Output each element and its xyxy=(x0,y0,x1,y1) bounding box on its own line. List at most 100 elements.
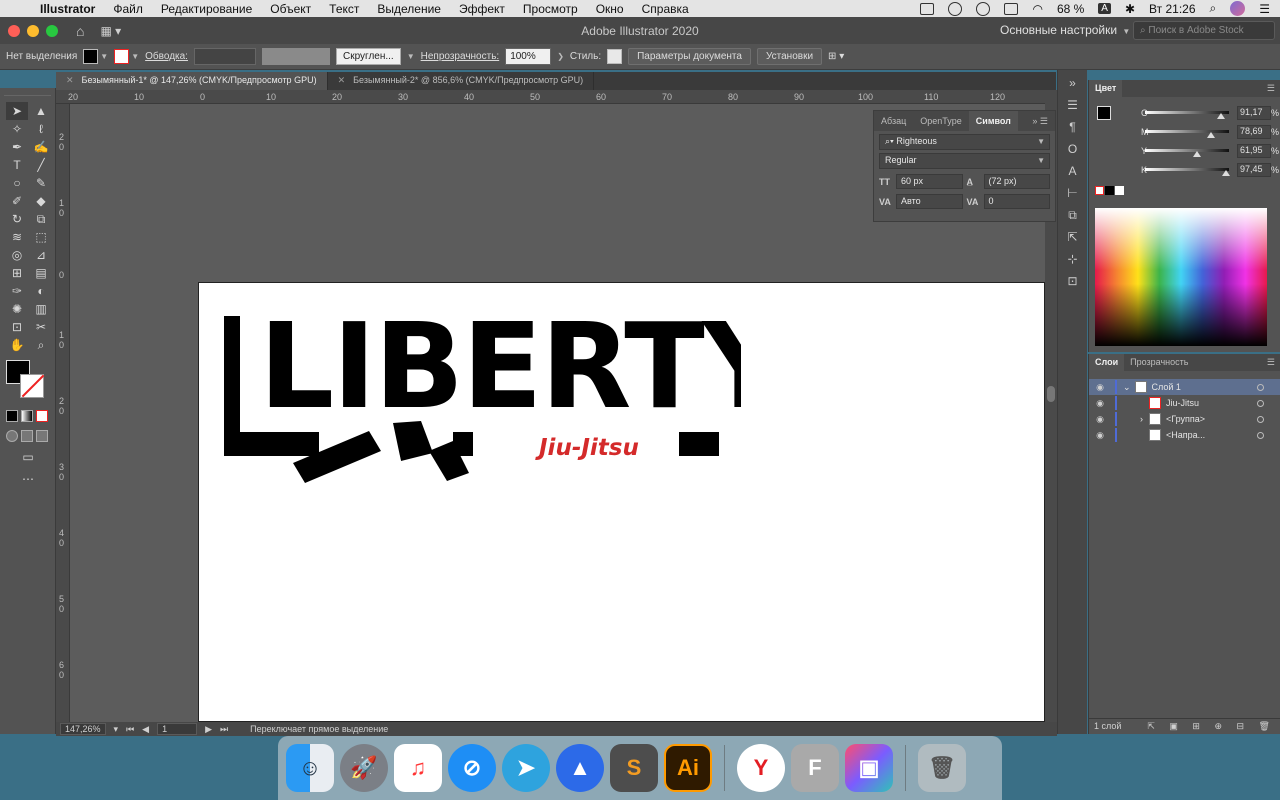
document-setup-button[interactable]: Параметры документа xyxy=(628,48,751,65)
yellow-value[interactable]: 61,95 xyxy=(1237,143,1271,158)
export-icon[interactable]: ⇱ xyxy=(1064,230,1082,246)
layer-name[interactable]: Слой 1 xyxy=(1152,382,1181,392)
eye-icon[interactable]: ◉ xyxy=(1089,382,1111,393)
draw-normal-icon[interactable] xyxy=(6,430,18,442)
collapse-icon[interactable]: » xyxy=(1064,76,1082,92)
menu-view[interactable]: Просмотр xyxy=(514,2,587,16)
column-graph-tool-icon[interactable]: ▥ xyxy=(30,300,52,318)
siri-icon[interactable] xyxy=(1230,1,1246,16)
first-artboard-icon[interactable]: ⏮ xyxy=(126,724,134,735)
cyan-slider[interactable] xyxy=(1145,111,1229,119)
none-mode-icon[interactable] xyxy=(36,410,48,422)
safari-icon[interactable]: ⊘ xyxy=(448,744,496,792)
align-icon[interactable]: ⊢ xyxy=(1064,186,1082,202)
notification-center-icon[interactable]: ☰ xyxy=(1259,2,1270,16)
variable-width-profile[interactable] xyxy=(261,48,330,65)
mesh-tool-icon[interactable]: ⊞ xyxy=(6,264,28,282)
layer-row[interactable]: ◉ ⌄ Слой 1 xyxy=(1089,379,1280,395)
home-icon[interactable]: ⌂ xyxy=(76,23,84,39)
color-mode-icon[interactable] xyxy=(6,410,18,422)
white-swatch[interactable] xyxy=(1115,186,1124,195)
menu-type[interactable]: Текст xyxy=(320,2,368,16)
direct-selection-tool-icon[interactable]: ▲ xyxy=(30,102,52,120)
tab-color[interactable]: Цвет xyxy=(1089,80,1123,97)
close-tab-icon[interactable]: ✕ xyxy=(66,75,74,85)
stroke-weight-field[interactable] xyxy=(193,48,256,65)
app-menu[interactable]: Illustrator xyxy=(36,2,104,16)
menu-effect[interactable]: Эффект xyxy=(450,2,514,16)
panel-menu-icon[interactable]: ☰ xyxy=(1267,83,1280,94)
font-size-control[interactable]: TT 60 px xyxy=(879,173,963,190)
font-style-select[interactable]: Regular ▼ xyxy=(879,153,1050,169)
scroll-thumb[interactable] xyxy=(1047,386,1055,402)
slice-tool-icon[interactable]: ✂ xyxy=(30,318,52,336)
opacity-input[interactable]: 100% xyxy=(505,48,552,65)
magenta-slider[interactable] xyxy=(1145,130,1229,138)
graphic-style-swatch[interactable] xyxy=(607,49,623,64)
layer-actions[interactable]: ⇱ ▣ ⊞ ⊕ ⊟ 🗑 xyxy=(1147,721,1276,732)
tab-character[interactable]: Символ xyxy=(968,111,1018,131)
opentype-icon[interactable]: O xyxy=(1064,142,1082,158)
display-icon[interactable] xyxy=(1004,2,1019,15)
menu-object[interactable]: Объект xyxy=(261,2,320,16)
menu-help[interactable]: Справка xyxy=(633,2,698,16)
tracking-value[interactable]: 0 xyxy=(983,194,1050,209)
tab-paragraph[interactable]: Абзац xyxy=(874,111,913,131)
magic-wand-tool-icon[interactable]: ✧ xyxy=(6,120,28,138)
menu-select[interactable]: Выделение xyxy=(368,2,450,16)
clock[interactable]: Вт 21:26 xyxy=(1149,2,1195,16)
gradient-tool-icon[interactable]: ▤ xyxy=(30,264,52,282)
width-tool-icon[interactable]: ≋ xyxy=(6,228,28,246)
slider-knob[interactable] xyxy=(1193,151,1202,157)
magenta-value[interactable]: 78,69 xyxy=(1237,124,1271,139)
layer-row[interactable]: ◉ Jiu-Jitsu xyxy=(1089,395,1280,411)
close-window-button[interactable] xyxy=(8,24,20,37)
keyboard-layout[interactable]: A xyxy=(1098,3,1111,14)
eye-icon[interactable]: ◉ xyxy=(1089,398,1111,409)
black-value[interactable]: 97,45 xyxy=(1237,162,1271,177)
target-circle-icon[interactable] xyxy=(1257,415,1264,423)
pen-tool-icon[interactable]: ✒ xyxy=(6,138,28,156)
tab-transparency[interactable]: Прозрачность xyxy=(1124,354,1194,371)
shape-builder-tool-icon[interactable]: ◎ xyxy=(6,246,28,264)
paragraph-icon[interactable]: ¶ xyxy=(1064,120,1082,136)
cyan-value[interactable]: 91,17 xyxy=(1237,105,1271,120)
stroke-label[interactable]: Обводка: xyxy=(145,51,188,62)
brush-definition[interactable]: Скруглен... xyxy=(335,48,401,65)
affinity-icon[interactable]: ▣ xyxy=(845,744,893,792)
prev-artboard-icon[interactable]: ◀ xyxy=(142,724,149,735)
draw-inside-icon[interactable] xyxy=(36,430,48,442)
chevron-down-icon[interactable]: ⌄ xyxy=(1123,382,1131,393)
close-tab-icon[interactable]: ✕ xyxy=(338,75,346,85)
draw-behind-icon[interactable] xyxy=(21,430,33,442)
perspective-grid-tool-icon[interactable]: ⊿ xyxy=(30,246,52,264)
screen-icon[interactable] xyxy=(920,2,935,15)
battery-percent[interactable]: 68 % xyxy=(1057,2,1084,16)
character-icon[interactable]: A xyxy=(1064,164,1082,180)
finder-icon[interactable]: ☺ xyxy=(286,744,334,792)
panel-menu-icon[interactable]: ☰ xyxy=(1267,357,1280,368)
music-icon[interactable]: ♫ xyxy=(394,744,442,792)
target-circle-icon[interactable] xyxy=(1257,383,1264,391)
slider-knob[interactable] xyxy=(1207,132,1216,138)
layer-name[interactable]: <Напра... xyxy=(1166,430,1205,440)
font-size-value[interactable]: 60 px xyxy=(896,174,963,189)
bluetooth-icon[interactable]: ✱ xyxy=(1125,2,1135,16)
menu-window[interactable]: Окно xyxy=(587,2,633,16)
free-transform-tool-icon[interactable]: ⬚ xyxy=(30,228,52,246)
panel-menu-icon[interactable]: ☰ xyxy=(1064,98,1082,114)
panel-grip[interactable] xyxy=(4,90,51,96)
artboard-number-field[interactable]: 1 xyxy=(157,723,198,735)
last-artboard-icon[interactable]: ⏭ xyxy=(220,724,228,735)
yandex-icon[interactable]: Y xyxy=(737,744,785,792)
eyedropper-tool-icon[interactable]: ✑ xyxy=(6,282,28,300)
gradient-mode-icon[interactable] xyxy=(21,410,33,422)
line-tool-icon[interactable]: ╱ xyxy=(30,156,52,174)
sublime-icon[interactable]: S xyxy=(610,744,658,792)
ellipse-tool-icon[interactable]: ○ xyxy=(6,174,28,192)
adobe-stock-search[interactable]: ⌕ Поиск в Adobe Stock xyxy=(1133,21,1275,40)
preferences-button[interactable]: Установки xyxy=(756,48,823,65)
screen-mode-icon[interactable]: ▭ xyxy=(17,448,39,466)
spotlight-icon[interactable]: ⌕ xyxy=(1210,1,1217,16)
edit-toolbar-icon[interactable]: ⋯ xyxy=(17,470,39,488)
